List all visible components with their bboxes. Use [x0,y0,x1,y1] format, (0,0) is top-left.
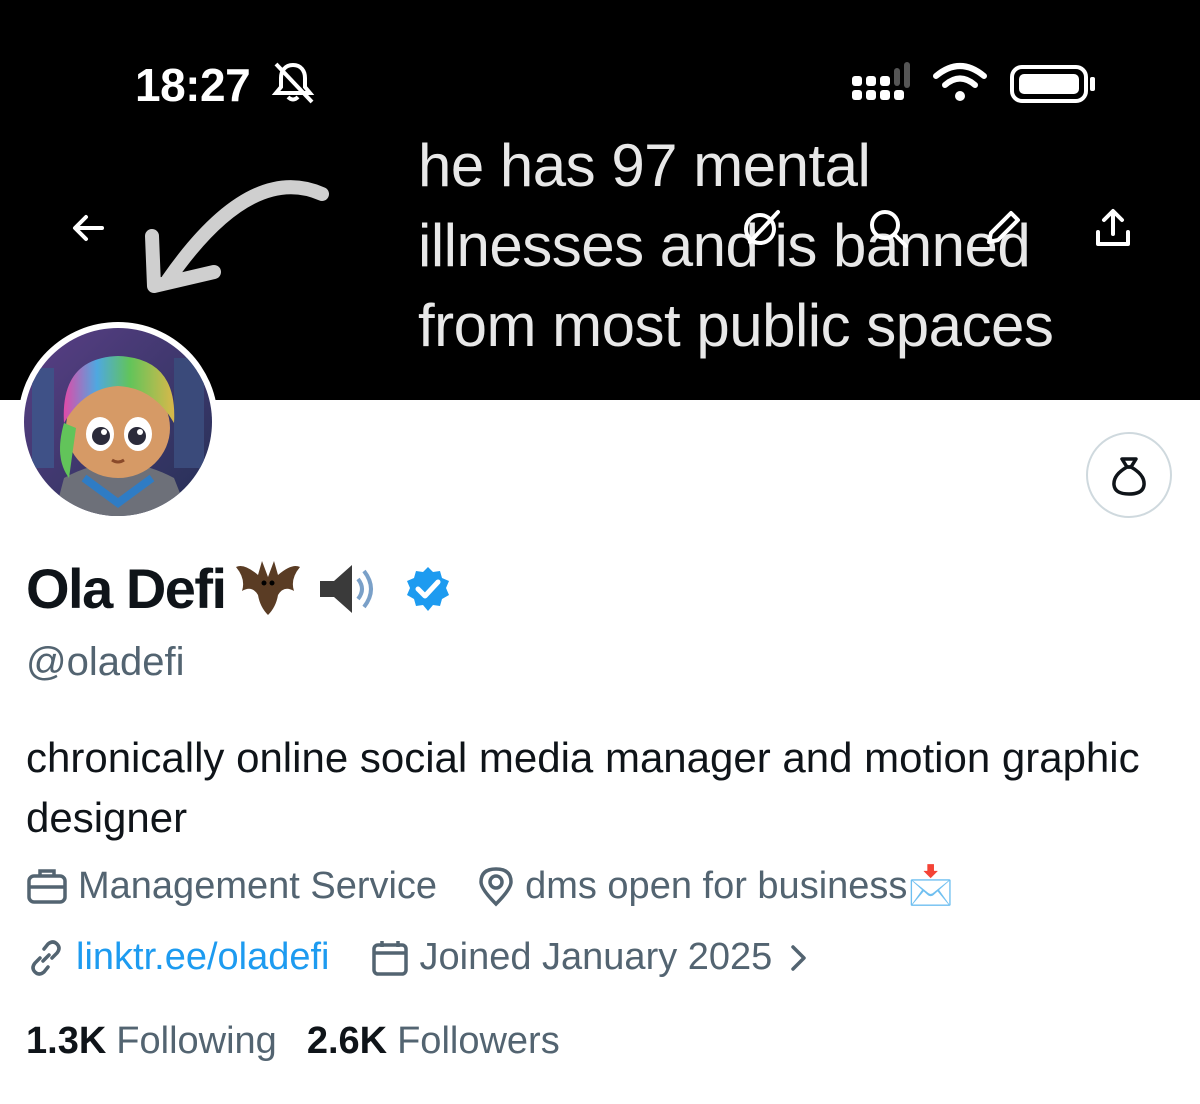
share-button[interactable] [1085,200,1141,256]
avatar[interactable] [18,322,218,522]
back-button[interactable] [60,200,116,256]
category-text: Management Service [78,864,438,907]
bat-emoji-icon [235,560,300,615]
speaker-emoji-icon [319,564,373,613]
banner-line-1: he has 97 mental [418,132,871,199]
bio: chronically online social media manager … [26,734,1140,841]
location-item: dms open for business📩 [477,864,955,908]
battery-icon [1010,65,1095,103]
following-label: Following [116,1020,277,1062]
link-icon [31,939,61,976]
chevron-right-icon [791,944,807,971]
grok-profile-button[interactable] [1086,432,1172,518]
location-text: dms open for business📩 [525,865,955,907]
website-link[interactable]: linktr.ee/oladefi [76,936,330,979]
banner-line-3: from most public spaces [418,292,1054,359]
following-stat[interactable]: 1.3K Following [26,1020,277,1063]
joined-text: Joined January 2025 [419,936,773,978]
search-button[interactable] [860,200,916,256]
drawn-arrow-graphic [145,180,329,293]
back-arrow-icon [73,215,104,241]
wifi-icon [933,63,987,101]
category-item: Management Service [26,865,437,908]
followers-stat[interactable]: 2.6K Followers [307,1020,560,1063]
handle: @oladefi [26,640,185,684]
grok-icon [744,210,780,245]
avatar-image [24,328,212,516]
display-name: Ola Defi [26,557,227,620]
share-icon [1096,209,1130,246]
location-pin-icon [479,867,513,907]
grok-button[interactable] [734,200,790,256]
profile-name-row: Ola Defi 🦇🔊 [26,556,452,621]
search-icon [870,210,908,248]
briefcase-icon [27,869,67,904]
followers-count: 2.6K [306,1020,388,1062]
edit-icon [987,211,1020,244]
follow-stats: 1.3K Following 2.6K Followers [26,1020,560,1063]
profile-banner[interactable]: 18:27 he has 97 mental illnesses and is … [0,0,1200,400]
verified-badge-icon [406,566,449,611]
calendar-icon [371,940,408,976]
money-bag-icon [1112,457,1146,496]
followers-label: Followers [397,1020,560,1062]
profile-meta-row-2: linktr.ee/oladefi Joined January 2025 [26,936,814,979]
banner-line-2: illnesses and is banned [418,212,1031,279]
banner-caption: he has 97 mental illnesses and is banned… [418,126,1178,366]
joined-item[interactable]: Joined January 2025 [370,936,815,979]
profile-meta-row-1: Management Service dms open for business… [26,864,955,908]
signal-icon [852,62,910,100]
bell-muted-icon [271,62,315,104]
website-item[interactable]: linktr.ee/oladefi [26,936,330,979]
following-count: 1.3K [26,1020,107,1062]
status-time: 18:27 [135,59,251,111]
edit-button[interactable] [975,200,1031,256]
